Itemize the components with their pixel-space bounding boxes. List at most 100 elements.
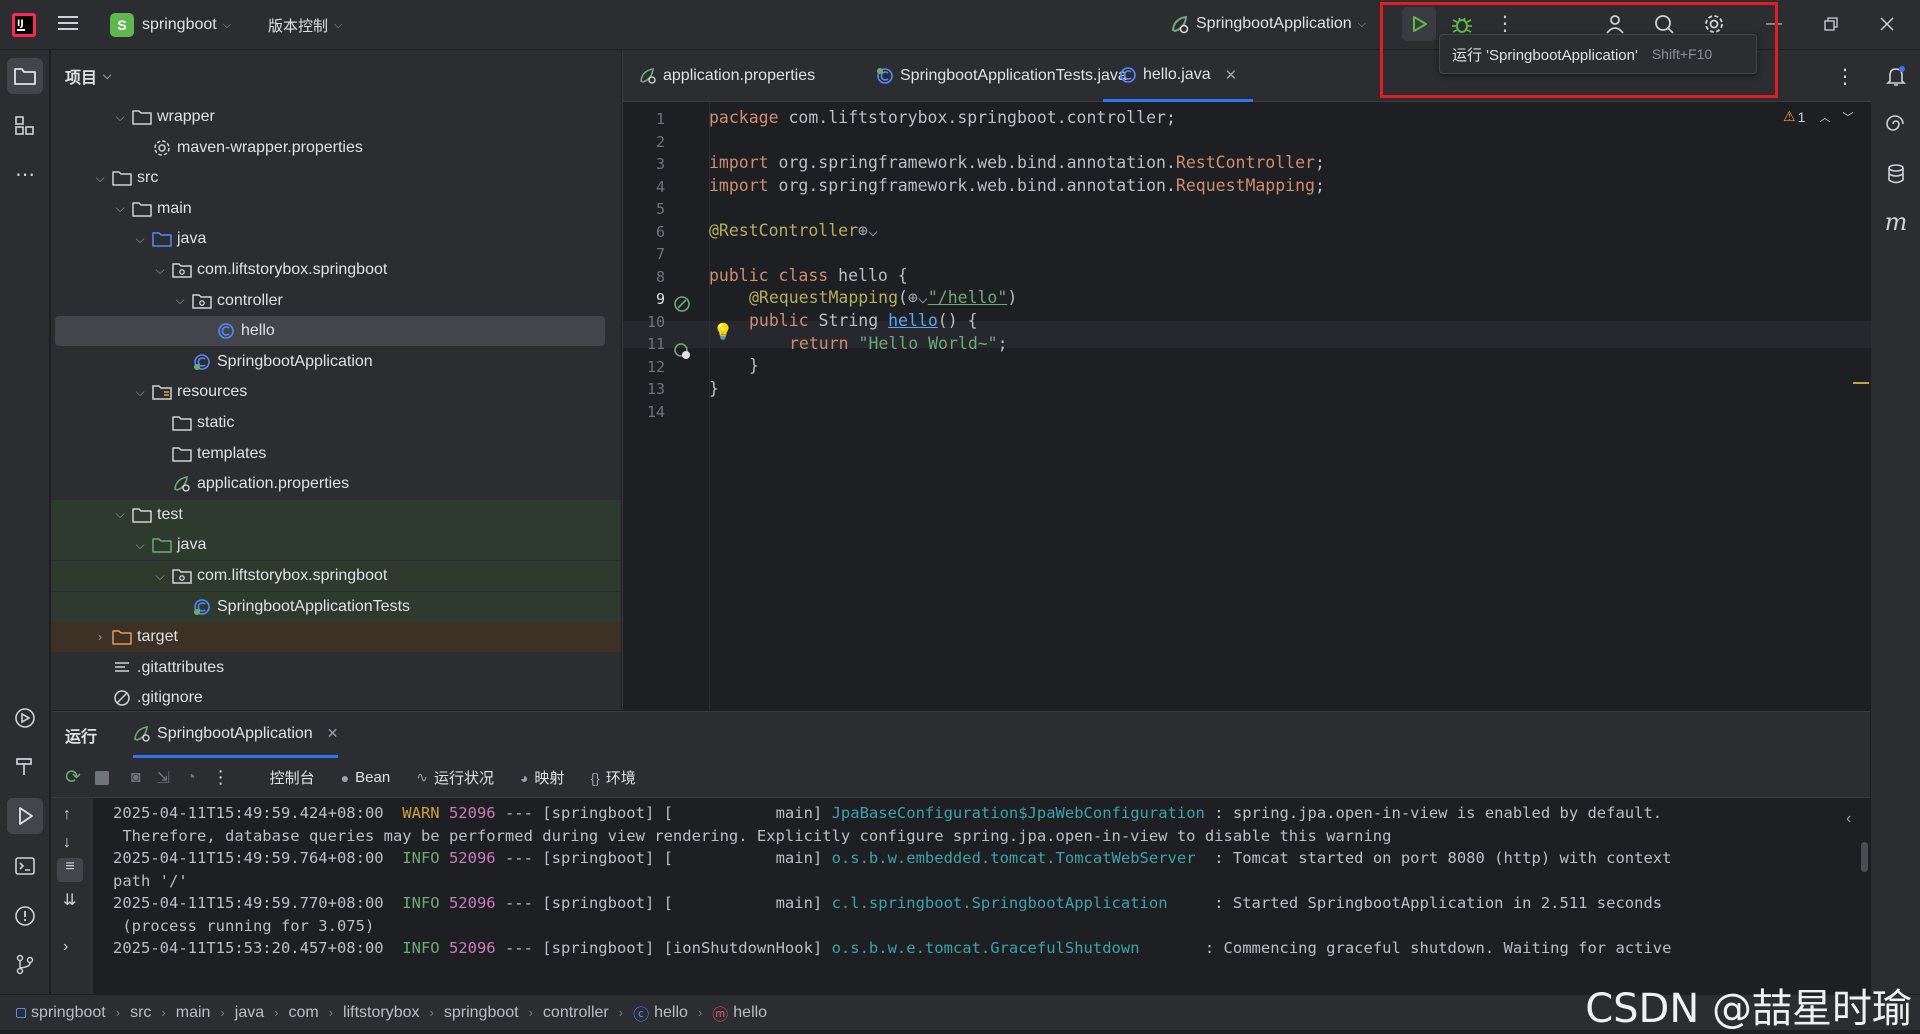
globe-icon[interactable]: ⊕⌵ bbox=[858, 221, 878, 240]
breadcrumb-item[interactable]: springboot bbox=[16, 1004, 106, 1022]
tree-item[interactable]: ⌵ java bbox=[51, 224, 621, 254]
tree-item[interactable]: ⌵ com.liftstorybox.springboot bbox=[51, 255, 621, 285]
code-line-6[interactable]: @RestController⊕⌵ bbox=[709, 221, 878, 240]
breadcrumb-item[interactable]: com bbox=[288, 1004, 318, 1022]
vcs-menu[interactable]: 版本控制 ⌵ bbox=[268, 15, 342, 36]
terminal-tool-button[interactable] bbox=[7, 848, 43, 884]
tree-item[interactable]: ⌵ resources bbox=[51, 377, 621, 407]
code-line-9[interactable]: @RequestMapping(⊕⌵"/hello") bbox=[749, 288, 1017, 307]
soft-wrap-icon[interactable]: ≡ bbox=[57, 858, 83, 882]
services-tool-button[interactable] bbox=[7, 700, 43, 736]
main-menu-icon[interactable] bbox=[58, 13, 80, 33]
tab-application-properties[interactable]: application.properties bbox=[623, 50, 831, 102]
build-tool-button[interactable] bbox=[7, 748, 43, 784]
exit-icon[interactable]: ⇲ bbox=[157, 768, 170, 788]
tree-item[interactable]: ⌵ java bbox=[51, 530, 621, 561]
more-vertical-icon[interactable]: ⋮ bbox=[212, 767, 230, 788]
close-tab-icon[interactable]: ✕ bbox=[327, 725, 339, 742]
tree-item[interactable]: hello bbox=[55, 316, 605, 347]
run-config-selector[interactable]: SpringbootApplication ⌵ bbox=[1170, 14, 1366, 34]
tree-item[interactable]: maven-wrapper.properties bbox=[51, 133, 621, 163]
tool-tab[interactable]: ◕ 映射 bbox=[520, 767, 564, 788]
intellij-logo-icon[interactable]: IJ bbox=[12, 13, 36, 37]
code-line-10[interactable]: public String hello() { bbox=[749, 311, 978, 330]
run-config-tab[interactable]: SpringbootApplication ✕ bbox=[133, 712, 339, 758]
code-line-13[interactable]: } bbox=[709, 379, 719, 398]
chevron-up-icon[interactable]: ︿ bbox=[1819, 109, 1830, 125]
breadcrumb-item[interactable]: main bbox=[176, 1004, 211, 1022]
tool-tab[interactable]: ● Bean bbox=[341, 769, 391, 786]
stop-icon[interactable] bbox=[94, 770, 109, 785]
code-line-8[interactable]: public class hello { bbox=[709, 266, 908, 285]
ai-assistant-button[interactable] bbox=[1878, 106, 1914, 142]
project-tool-button[interactable] bbox=[7, 58, 43, 94]
code-line-11[interactable]: return "Hello World~"; bbox=[789, 334, 1008, 353]
code-line-1[interactable]: package com.liftstorybox.springboot.cont… bbox=[709, 108, 1176, 127]
chevron-down-icon[interactable]: ⌵ bbox=[111, 201, 129, 216]
code-line-12[interactable]: } bbox=[749, 356, 759, 375]
run-tool-button[interactable] bbox=[7, 798, 43, 834]
lightbulb-icon[interactable]: 💡 bbox=[713, 322, 733, 342]
chevron-down-icon[interactable]: ⌵ bbox=[151, 569, 169, 584]
chevron-down-icon[interactable]: ⌵ bbox=[111, 507, 129, 522]
chevron-down-icon[interactable]: ⌵ bbox=[131, 538, 149, 553]
database-button[interactable] bbox=[1878, 156, 1914, 192]
chevron-right-icon[interactable]: › bbox=[91, 630, 109, 644]
breadcrumb-item[interactable]: java bbox=[235, 1004, 264, 1022]
camera-icon[interactable]: ◙ bbox=[131, 769, 141, 787]
tree-item[interactable]: .gitattributes bbox=[51, 653, 621, 683]
console-scrollbar[interactable] bbox=[1861, 842, 1868, 872]
endpoint-gutter-icon[interactable] bbox=[673, 342, 691, 365]
rerun-icon[interactable]: ⟳ bbox=[65, 766, 81, 789]
code-line-3[interactable]: import org.springframework.web.bind.anno… bbox=[709, 153, 1325, 172]
tool-tab[interactable]: {} 环境 bbox=[590, 767, 635, 788]
tree-item[interactable]: SpringbootApplicationTests bbox=[51, 591, 621, 622]
close-tab-icon[interactable]: ✕ bbox=[1225, 66, 1238, 84]
tool-tab[interactable]: ∿ 运行状况 bbox=[416, 767, 494, 788]
chevron-down-icon[interactable]: ⌵ bbox=[91, 171, 109, 186]
tab-hello-java[interactable]: hello.java ✕ bbox=[1103, 50, 1254, 102]
tree-item[interactable]: .gitignore bbox=[51, 683, 621, 713]
notifications-button[interactable] bbox=[1878, 58, 1914, 94]
more-tools-button[interactable]: ⋯ bbox=[7, 156, 43, 192]
tree-item[interactable]: ⌵ controller bbox=[51, 286, 621, 316]
gauge-icon[interactable]: ◔ bbox=[186, 769, 196, 787]
restore-button[interactable] bbox=[1814, 7, 1848, 41]
tree-item[interactable]: templates bbox=[51, 439, 621, 469]
arrow-up-icon[interactable]: ↑ bbox=[63, 806, 71, 824]
spring-bean-gutter-icon[interactable] bbox=[673, 295, 691, 318]
tree-item[interactable]: static bbox=[51, 408, 621, 438]
chevron-down-icon[interactable]: ﹀ bbox=[1842, 109, 1853, 125]
git-tool-button[interactable] bbox=[7, 946, 43, 982]
scroll-to-end-icon[interactable]: ⇊ bbox=[63, 890, 76, 910]
chevron-down-icon[interactable]: ⌵ bbox=[171, 293, 189, 308]
code-line-4[interactable]: import org.springframework.web.bind.anno… bbox=[709, 176, 1325, 195]
tree-item[interactable]: ⌵ com.liftstorybox.springboot bbox=[51, 561, 621, 591]
globe-icon[interactable]: ⊕⌵ bbox=[908, 288, 928, 307]
close-window-button[interactable] bbox=[1870, 7, 1904, 41]
tabs-more-icon[interactable]: ⋮ bbox=[1835, 64, 1855, 89]
breadcrumb-item[interactable]: ⓜ hello bbox=[712, 1001, 767, 1025]
chevron-down-icon[interactable]: ⌵ bbox=[131, 232, 149, 247]
project-panel-header[interactable]: 项目 ⌵ bbox=[51, 50, 621, 102]
tree-item[interactable]: SpringbootApplication bbox=[51, 347, 621, 377]
chevron-down-icon[interactable]: ⌵ bbox=[131, 385, 149, 400]
project-switcher[interactable]: S springboot ⌵ bbox=[110, 13, 231, 37]
inspection-widget[interactable]: ⚠ 1 ︿ ﹀ bbox=[1783, 108, 1853, 125]
breadcrumb-item[interactable]: controller bbox=[543, 1004, 609, 1022]
breadcrumb-item[interactable]: ⓒ hello bbox=[633, 1001, 688, 1025]
chevron-down-icon[interactable]: ⌵ bbox=[111, 110, 129, 125]
chevron-left-icon[interactable]: ‹ bbox=[1846, 810, 1851, 828]
expand-icon[interactable]: › bbox=[63, 938, 68, 956]
tree-item[interactable]: ⌵ wrapper bbox=[51, 102, 621, 132]
breadcrumb-item[interactable]: springboot bbox=[444, 1004, 519, 1022]
tree-item[interactable]: application.properties bbox=[51, 469, 621, 499]
tree-item[interactable]: ⌵ main bbox=[51, 194, 621, 224]
tool-tab[interactable]: 控制台 bbox=[270, 767, 315, 788]
tree-item[interactable]: ⌵ test bbox=[51, 499, 621, 530]
chevron-down-icon[interactable]: ⌵ bbox=[151, 263, 169, 278]
breadcrumb-item[interactable]: liftstorybox bbox=[343, 1004, 419, 1022]
tree-item[interactable]: › target bbox=[51, 622, 621, 653]
tree-item[interactable]: ⌵ src bbox=[51, 163, 621, 193]
maven-button[interactable]: m bbox=[1878, 204, 1914, 240]
